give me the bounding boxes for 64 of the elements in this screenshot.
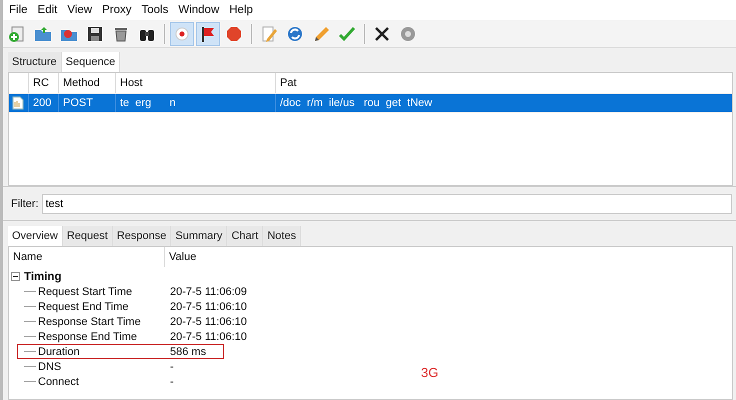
value-text: 20-7-5 11:06:10 — [170, 300, 247, 312]
filter-label: Filter: — [11, 198, 38, 210]
tree-item[interactable]: Connect — [38, 376, 79, 388]
menu-item[interactable]: Help — [229, 4, 253, 16]
menu-item[interactable]: File — [9, 4, 28, 16]
column-header[interactable]: RC — [29, 73, 59, 93]
tree-row[interactable]: Response Start Time 20-7-5 11:06:10 — [17, 314, 248, 329]
tree-row[interactable]: DNS - — [17, 359, 224, 374]
tree-item[interactable]: Response Start Time — [38, 316, 141, 328]
table-cell: /doc r/m ile/us rou get tNew — [280, 97, 432, 109]
value-text: 586 ms — [170, 346, 206, 358]
collapse-icon[interactable] — [11, 272, 20, 281]
pencil-icon — [260, 24, 278, 42]
tree-row[interactable]: Connect - — [17, 374, 224, 389]
tree-item[interactable]: Request End Time — [38, 300, 128, 312]
table-cell: te erg n — [120, 97, 176, 109]
new-session-icon — [8, 24, 26, 42]
tab[interactable]: Response — [112, 226, 172, 246]
tree-item[interactable]: Request Start Time — [38, 286, 132, 298]
column-header[interactable]: Value — [165, 251, 732, 263]
column-header[interactable]: Host — [116, 73, 276, 93]
table-cell: POST — [63, 97, 93, 109]
toolbar-button[interactable] — [196, 22, 220, 46]
folder-icon — [34, 24, 52, 42]
menu-item[interactable]: View — [67, 4, 92, 16]
tree-row[interactable]: Request End Time 20-7-5 11:06:10 — [17, 299, 248, 314]
gear-icon — [399, 24, 417, 42]
menu-item[interactable]: Window — [178, 4, 220, 16]
annotation-text: 3G — [421, 365, 438, 380]
tree-row[interactable]: Request Start Time 20-7-5 11:06:09 — [17, 284, 248, 299]
tab[interactable]: Structure — [8, 52, 62, 72]
tab[interactable]: Request — [62, 226, 113, 246]
tree-row[interactable]: Response End Time 20-7-5 11:06:10 — [17, 329, 248, 344]
menu-item[interactable]: Proxy — [102, 4, 132, 16]
menu-item[interactable]: Tools — [141, 4, 168, 16]
value-text: 20-7-5 11:06:10 — [170, 330, 247, 342]
flag-icon — [199, 24, 217, 42]
table-cell: 200 — [33, 97, 52, 109]
column-header[interactable]: Name — [9, 247, 165, 267]
stop-icon — [225, 24, 243, 42]
tab[interactable]: Sequence — [62, 52, 120, 72]
tree-item[interactable]: Timing — [24, 270, 62, 282]
filter-field[interactable]: test — [42, 194, 732, 214]
menu-item[interactable]: Edit — [38, 4, 58, 16]
tab[interactable]: Summary — [171, 226, 228, 246]
column-header[interactable]: Pat — [276, 73, 732, 93]
tab[interactable]: Notes — [263, 226, 302, 246]
checkmark-icon — [338, 24, 356, 42]
value-text: 20-7-5 11:06:10 — [170, 316, 247, 328]
tree-item[interactable]: Response End Time — [38, 330, 138, 342]
tree-item[interactable]: DNS — [38, 360, 62, 372]
pencil-icon — [312, 24, 330, 42]
value-text: - — [170, 376, 174, 388]
tab[interactable]: Chart — [227, 226, 264, 246]
column-header[interactable]: Method — [59, 73, 116, 93]
table-row[interactable]: 200 POST te erg n /doc r/m ile/us rou get tNew — [9, 94, 732, 113]
tab[interactable]: Overview — [8, 226, 63, 246]
record-icon — [173, 24, 191, 42]
tree-item[interactable]: Duration — [38, 346, 80, 358]
save-icon — [86, 24, 104, 42]
refresh-icon — [286, 24, 304, 42]
value-text: 20-7-5 11:06:09 — [170, 286, 247, 298]
value-text: - — [170, 360, 174, 372]
document-icon — [12, 96, 24, 110]
